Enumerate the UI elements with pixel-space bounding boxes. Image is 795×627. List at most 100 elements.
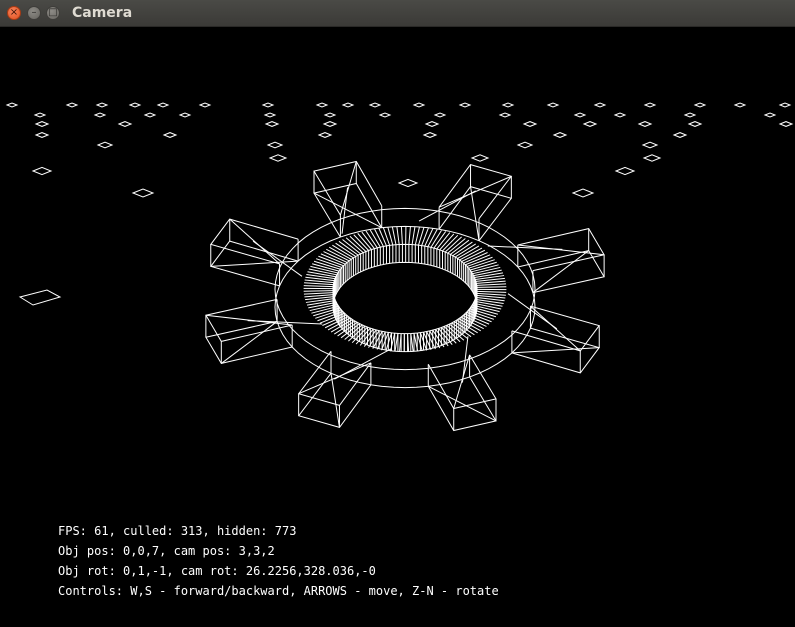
gear-edge: [450, 239, 470, 255]
ground-marker: [643, 102, 657, 108]
ground-marker: [571, 188, 595, 198]
ground-marker: [117, 121, 133, 127]
gear-edge: [332, 244, 354, 259]
gear-edge: [345, 237, 364, 254]
gear-edge: [329, 246, 352, 260]
gear-edge: [376, 331, 386, 350]
gear-edge: [411, 226, 416, 245]
gear-edge: [474, 272, 504, 279]
gear-edge: [391, 226, 397, 245]
ground-marker: [93, 112, 107, 118]
gear-edge: [476, 290, 507, 293]
close-icon: ×: [9, 7, 19, 18]
ground-marker: [18, 289, 62, 306]
gear-edge: [378, 228, 387, 247]
ground-marker: [131, 188, 155, 198]
ground-marker: [693, 102, 707, 108]
gear-edge: [457, 245, 480, 259]
gear-edge: [476, 280, 506, 284]
gear-edge: [456, 319, 478, 334]
gear-edge: [205, 314, 293, 326]
gear-edge: [326, 248, 350, 262]
gear-edge: [408, 226, 411, 245]
gear-edge: [470, 186, 480, 241]
ground-marker: [614, 166, 636, 176]
gear-ring: [274, 207, 536, 371]
gear-edge: [342, 239, 361, 255]
ground-marker: [424, 121, 440, 127]
ground-marker: [261, 102, 275, 108]
gear-edge: [414, 226, 421, 245]
ground-marker: [31, 166, 53, 176]
gear-edge: [330, 319, 353, 333]
ground-marker: [501, 102, 515, 108]
ground-marker: [5, 102, 19, 108]
ground-marker: [198, 102, 212, 108]
maximize-button[interactable]: □: [46, 6, 60, 20]
ground-marker: [178, 112, 192, 118]
gear-edge: [335, 242, 356, 257]
ground-marker: [637, 121, 653, 127]
window-titlebar[interactable]: × – □ Camera: [0, 0, 795, 27]
ground-marker: [266, 141, 284, 149]
ground-marker: [322, 121, 338, 127]
ground-markers: [5, 102, 794, 306]
ground-marker: [315, 102, 329, 108]
gear-edge: [304, 282, 334, 286]
gear-edge: [487, 245, 563, 250]
ground-marker: [143, 112, 157, 118]
gear-edge: [511, 347, 600, 354]
ground-marker: [522, 121, 538, 127]
ground-marker: [34, 132, 50, 138]
ground-marker: [378, 112, 392, 118]
window-title: Camera: [72, 5, 133, 21]
gear-edge: [323, 251, 348, 263]
ground-marker: [683, 112, 697, 118]
ground-marker: [323, 112, 337, 118]
ground-marker: [341, 102, 355, 108]
ground-marker: [263, 112, 277, 118]
render-viewport[interactable]: FPS: 61, culled: 313, hidden: 773 Obj po…: [0, 27, 795, 627]
gear-edge: [461, 249, 486, 262]
gear-edge: [454, 243, 477, 258]
hud-controls: Controls: W,S - forward/backward, ARROWS…: [58, 584, 499, 598]
gear-edge: [452, 241, 473, 257]
ground-marker: [642, 154, 662, 162]
gear-edge: [424, 228, 434, 247]
ground-marker: [546, 102, 560, 108]
ground-marker: [763, 112, 777, 118]
wireframe-gear: [205, 160, 605, 432]
ground-marker: [733, 102, 747, 108]
hud-obj-pos: Obj pos: 0,0,7, cam pos: 3,3,2: [58, 544, 275, 558]
ground-marker: [128, 102, 142, 108]
ground-marker: [268, 154, 288, 162]
ground-marker: [65, 102, 79, 108]
gear-edge: [303, 285, 334, 288]
ground-marker: [778, 121, 794, 127]
ground-marker: [516, 141, 534, 149]
minimize-button[interactable]: –: [27, 6, 41, 20]
ground-marker: [33, 112, 47, 118]
ground-marker: [96, 141, 114, 149]
gear-edge: [400, 226, 403, 245]
gear-edge: [327, 317, 351, 331]
gear-edge: [303, 290, 334, 292]
close-button[interactable]: ×: [7, 6, 21, 20]
ground-marker: [422, 132, 438, 138]
ground-marker: [778, 102, 792, 108]
ground-marker: [672, 132, 688, 138]
ground-marker: [412, 102, 426, 108]
ground-marker: [573, 112, 587, 118]
gear-edge: [396, 226, 400, 245]
ground-marker: [582, 121, 598, 127]
gear-edge: [303, 292, 334, 295]
minimize-icon: –: [31, 7, 37, 18]
ground-marker: [368, 102, 382, 108]
ground-marker: [552, 132, 568, 138]
gear-edge: [306, 299, 336, 306]
ground-marker: [95, 102, 109, 108]
ground-marker: [498, 112, 512, 118]
ground-marker: [687, 121, 703, 127]
gear-edge: [459, 247, 483, 261]
gear-edge: [330, 373, 340, 428]
